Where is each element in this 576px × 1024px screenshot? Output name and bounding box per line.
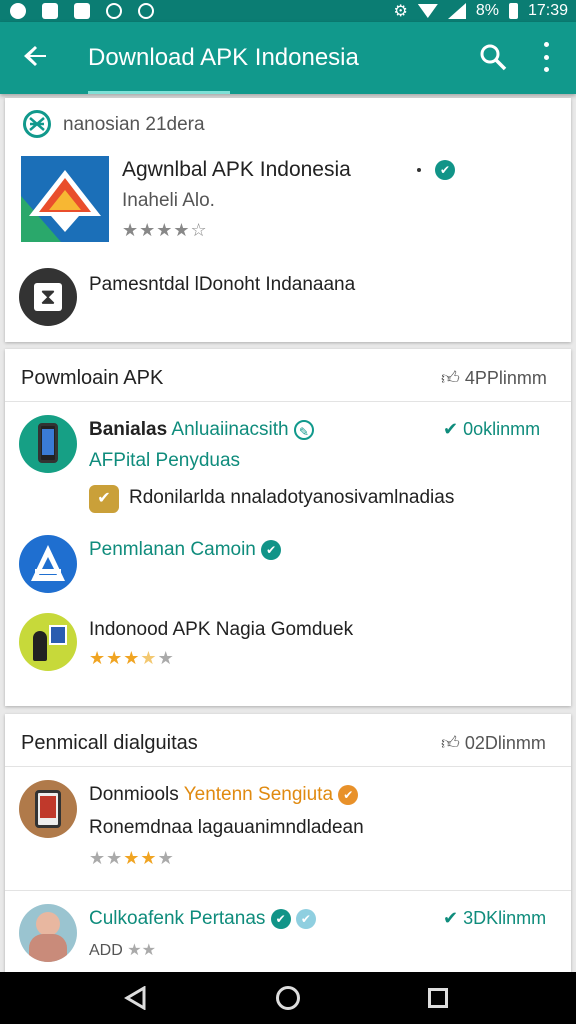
search-icon[interactable] <box>478 42 508 72</box>
divider <box>5 890 571 891</box>
app-icon[interactable] <box>19 780 77 838</box>
thumbs-icon: 👍︎ <box>441 368 460 388</box>
verified-icon: ✔ <box>338 784 359 805</box>
item-rating-label: ADD <box>89 942 123 959</box>
app-name: Donmiools <box>89 784 179 805</box>
home-icon[interactable] <box>276 986 300 1010</box>
list-item-title[interactable]: Indonood APK Nagia Gomduek <box>89 619 353 641</box>
item-rating: ★★★★★ <box>89 648 175 668</box>
list-item-title[interactable]: Donmiools Yentenn Sengiuta ✔ <box>89 784 359 806</box>
app-notification-icon <box>138 3 154 19</box>
thumbs-icon: 👍︎ <box>441 733 460 753</box>
promo-icon: ⧗ <box>19 268 77 326</box>
download-apk-card: Powmloain APK 👍︎ 4PPlinmm Banialas Anlua… <box>5 349 571 706</box>
section-title: Powmloain APK <box>21 367 164 389</box>
divider <box>5 766 571 767</box>
image-icon <box>74 3 90 19</box>
item-action-label: 0oklinmm <box>463 419 541 439</box>
check-icon: ✔ <box>295 908 316 929</box>
mail-icon <box>42 3 58 19</box>
signal-icon <box>447 3 466 19</box>
verified-icon: ✔ <box>261 539 282 560</box>
category-card: Penmicall dialguitas 👍︎ 02Dlinmm Donmioo… <box>5 714 571 972</box>
check-icon: ✔ <box>443 908 459 928</box>
alarm-icon: ⚙ <box>393 3 408 20</box>
list-item-title[interactable]: Culkoafenk Pertanas ✔ ✔ <box>89 908 316 930</box>
app-tag: Yentenn Sengiuta <box>183 784 334 805</box>
app-tag: Anluaiinacsith <box>171 419 289 440</box>
app-icon[interactable] <box>19 535 77 593</box>
divider <box>5 401 571 402</box>
status-bar: ⚙ 8% 17:39 <box>0 0 576 22</box>
featured-card: nanosian 21dera Agwnlbal APK Indonesia ✔… <box>5 98 571 342</box>
app-rating: ★★★★☆ <box>122 220 208 240</box>
app-icon[interactable] <box>19 904 77 962</box>
wifi-icon <box>417 4 438 18</box>
item-extra: Rdonilarlda nnaladotyanosivamlnadias <box>129 487 455 508</box>
recents-icon[interactable] <box>428 988 448 1008</box>
notification-icon <box>10 3 26 19</box>
section-action-label: 4PPlinmm <box>464 368 547 388</box>
app-name: Banialas <box>89 419 168 440</box>
notification-icons <box>10 3 154 19</box>
list-item-title[interactable]: Penmlanan Camoin ✔ <box>89 539 282 561</box>
app-title[interactable]: Agwnlbal APK Indonesia <box>122 158 351 182</box>
tab-indicator <box>88 91 230 94</box>
app-name: Culkoafenk Pertanas <box>89 908 266 929</box>
verified-icon: ✔ <box>270 908 291 929</box>
item-action[interactable]: ✔ 0oklinmm <box>443 419 540 440</box>
item-action-label: 3DKlinmm <box>463 908 547 928</box>
leaf-icon: ✎ <box>293 419 314 440</box>
clock: 17:39 <box>527 2 568 19</box>
page-title: Download APK Indonesia <box>88 44 359 71</box>
system-nav-bar <box>0 972 576 1024</box>
app-subtitle: AFPital Penyduas <box>89 450 241 471</box>
item-rating: ADD ★★ <box>89 942 156 959</box>
battery-icon <box>508 3 518 19</box>
promo-text[interactable]: Pamesntdal lDonoht Indanaana <box>89 274 355 296</box>
section-action[interactable]: 👍︎ 4PPlinmm <box>441 367 547 389</box>
app-subtitle: Ronemdnaa lagauanimndladean <box>89 817 364 838</box>
dot <box>417 168 421 172</box>
sync-icon <box>106 3 122 19</box>
check-badge-icon: ✔ <box>89 485 119 513</box>
app-icon[interactable] <box>19 613 77 671</box>
app-bar: Download APK Indonesia <box>0 22 576 94</box>
app-name: Penmlanan Camoin <box>89 539 256 560</box>
more-options-icon[interactable] <box>538 42 554 72</box>
list-item-title[interactable]: Banialas Anluaiinacsith ✎ <box>89 419 314 441</box>
card-header: nanosian 21dera <box>63 114 205 135</box>
item-action[interactable]: ✔ 3DKlinmm <box>443 908 546 929</box>
check-icon: ✔ <box>443 419 459 439</box>
brand-icon <box>23 110 51 138</box>
item-rating: ★★★★★ <box>89 848 175 868</box>
section-title: Penmicall dialguitas <box>21 732 198 754</box>
app-icon[interactable] <box>19 415 77 473</box>
back-icon[interactable] <box>124 985 148 1011</box>
section-action[interactable]: 👍︎ 02Dlinmm <box>441 732 546 754</box>
app-subtitle: Inaheli Alo. <box>122 190 215 211</box>
battery-label: 8% <box>475 2 499 19</box>
back-arrow-icon[interactable] <box>20 40 52 72</box>
verified-icon: ✔ <box>435 160 455 180</box>
app-logo[interactable] <box>21 156 109 242</box>
section-action-label: 02Dlinmm <box>464 733 546 753</box>
